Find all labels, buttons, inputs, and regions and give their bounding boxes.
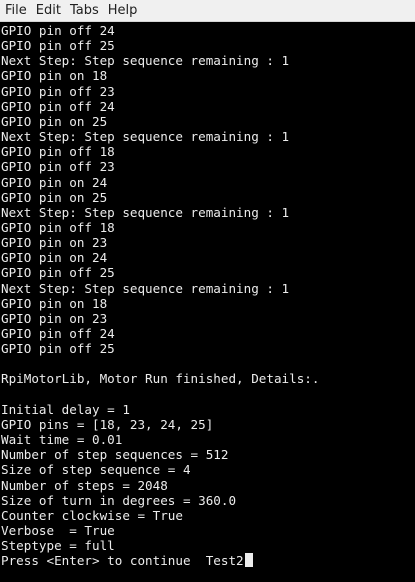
terminal-line: GPIO pin off 25: [1, 265, 115, 281]
terminal-line: Number of steps = 2048: [1, 477, 168, 493]
menu-edit[interactable]: Edit: [36, 3, 61, 18]
prompt-text: Press <Enter> to continue Test2: [1, 553, 244, 569]
terminal-line: Next Step: Step sequence remaining : 1: [1, 53, 290, 69]
terminal-line: RpiMotorLib, Motor Run finished, Details…: [1, 371, 320, 387]
terminal-line: GPIO pin off 18: [1, 144, 115, 160]
terminal-output[interactable]: GPIO pin off 24 GPIO pin off 25 Next Step:…: [0, 23, 415, 582]
terminal-line: GPIO pin on 18: [1, 295, 108, 311]
terminal-line: Next Step: Step sequence remaining : 1: [1, 204, 290, 220]
terminal-line: GPIO pin on 23: [1, 310, 108, 326]
menu-file[interactable]: File: [5, 3, 27, 18]
terminal-line: GPIO pin on 24: [1, 250, 108, 266]
terminal-line: GPIO pin on 18: [1, 68, 108, 84]
menu-help[interactable]: Help: [108, 3, 138, 18]
terminal-line: Number of step sequences = 512: [1, 447, 229, 463]
terminal-line: GPIO pin on 24: [1, 174, 108, 190]
terminal-prompt-line: Press <Enter> to continue Test2: [1, 553, 253, 568]
terminal-line: GPIO pin off 24: [1, 98, 115, 114]
terminal-line: Size of step sequence = 4: [1, 462, 191, 478]
terminal-line: Wait time = 0.01: [1, 432, 123, 448]
terminal-line: GPIO pin on 25: [1, 113, 108, 129]
terminal-line: Size of turn in degrees = 360.0: [1, 492, 237, 508]
terminal-line: GPIO pin off 18: [1, 219, 115, 235]
menu-bar: File Edit Tabs Help: [0, 0, 415, 22]
terminal-line: Verbose = True: [1, 522, 115, 538]
terminal-line: GPIO pin off 24: [1, 23, 115, 38]
text-cursor: [244, 553, 253, 568]
terminal-line: Steptype = full: [1, 538, 115, 554]
terminal-line: GPIO pin off 23: [1, 159, 115, 175]
terminal-line: GPIO pin off 25: [1, 341, 115, 357]
terminal-line: GPIO pin off 25: [1, 38, 115, 54]
terminal-line: Next Step: Step sequence remaining : 1: [1, 280, 290, 296]
terminal-line: GPIO pin off 23: [1, 83, 115, 99]
terminal-line: Counter clockwise = True: [1, 507, 183, 523]
terminal-line: GPIO pin on 23: [1, 235, 108, 251]
terminal-line: Next Step: Step sequence remaining : 1: [1, 129, 290, 145]
terminal-line: GPIO pin on 25: [1, 189, 108, 205]
terminal-line: GPIO pins = [18, 23, 24, 25]: [1, 416, 214, 432]
menu-tabs[interactable]: Tabs: [70, 3, 99, 18]
terminal-line: GPIO pin off 24: [1, 326, 115, 341]
terminal-line: Initial delay = 1: [1, 401, 130, 417]
